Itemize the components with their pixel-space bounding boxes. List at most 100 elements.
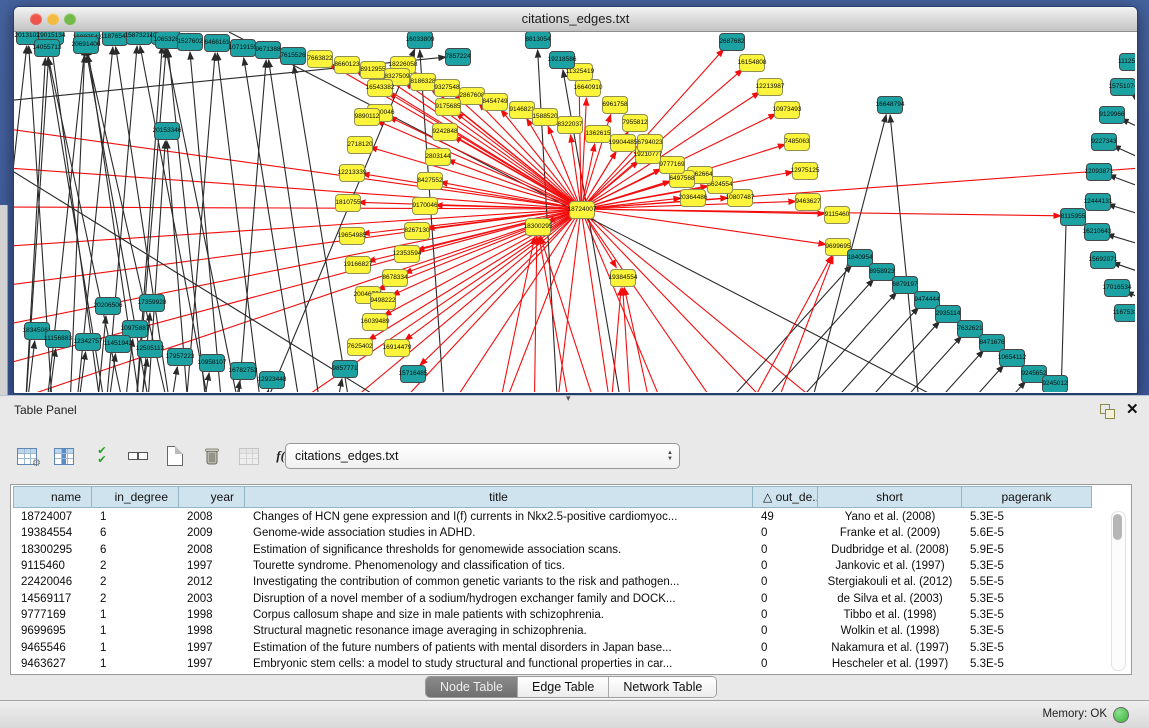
network-node[interactable]: 9777169 <box>659 156 685 174</box>
network-node[interactable]: 9327548 <box>434 79 460 97</box>
network-node[interactable]: 12093871 <box>1086 163 1112 181</box>
tab-network-table[interactable]: Network Table <box>609 677 716 697</box>
network-node[interactable]: 12342757 <box>75 333 101 351</box>
network-node[interactable]: 2718120 <box>347 136 373 154</box>
network-node[interactable]: 9498222 <box>370 292 396 310</box>
network-node[interactable]: 20153346 <box>154 122 180 140</box>
network-node[interactable]: 16154808 <box>739 54 765 72</box>
network-node[interactable]: 8678334 <box>382 269 408 287</box>
network-node[interactable]: 16640910 <box>575 79 601 97</box>
network-node[interactable]: 9245012 <box>1042 375 1068 392</box>
network-node[interactable]: 10719155 <box>230 39 256 57</box>
network-node[interactable]: 14055713 <box>34 39 60 57</box>
network-node[interactable]: 9890112 <box>354 108 380 126</box>
network-node[interactable]: 18724007 <box>569 201 595 219</box>
network-node[interactable]: 20364486 <box>680 189 706 207</box>
network-node[interactable]: 17016534 <box>1104 279 1130 297</box>
table-row[interactable]: 1872400712008Changes of HCN gene express… <box>13 509 1111 525</box>
network-node[interactable]: 16039489 <box>362 313 388 331</box>
network-node[interactable]: 8322037 <box>557 116 583 134</box>
network-node[interactable]: 9170046 <box>412 197 438 215</box>
network-node[interactable]: 19218586 <box>549 51 575 69</box>
network-node[interactable]: 12213987 <box>757 78 783 96</box>
column-header-in_degree[interactable]: in_degree <box>92 486 179 508</box>
network-node[interactable]: 11125334 <box>1119 53 1135 71</box>
network-node[interactable]: 8115955 <box>1060 208 1086 226</box>
network-node[interactable]: 1527602 <box>177 33 203 51</box>
row-height-icon[interactable] <box>125 443 151 469</box>
network-node[interactable]: 9115460 <box>824 206 850 224</box>
network-node[interactable]: 15692071 <box>1090 251 1116 269</box>
network-node[interactable]: 20691406 <box>73 36 99 54</box>
network-node[interactable]: 12353594 <box>394 245 420 263</box>
network-node[interactable]: 16033809 <box>407 32 433 49</box>
show-columns-icon[interactable] <box>51 443 77 469</box>
tab-edge-table[interactable]: Edge Table <box>518 677 609 697</box>
network-node[interactable]: 7857224 <box>445 48 471 66</box>
network-node[interactable]: 10973493 <box>774 101 800 119</box>
zoom-window-button[interactable] <box>64 13 76 25</box>
network-canvas[interactable]: 1872400776638228660123891295518226058832… <box>14 32 1135 392</box>
network-node[interactable]: 6961758 <box>602 96 628 114</box>
table-row[interactable]: 1456911722003Disruption of a novel membe… <box>13 590 1111 606</box>
table-row[interactable]: 946362711997Embryonic stem cells: a mode… <box>13 656 1111 672</box>
network-node[interactable]: 11156883 <box>45 330 71 348</box>
network-node[interactable]: 16782753 <box>230 362 256 380</box>
table-row[interactable]: 1938455462009Genome-wide association stu… <box>13 525 1111 541</box>
column-header-name[interactable]: name <box>13 486 92 508</box>
table-row[interactable]: 2242004622012Investigating the contribut… <box>13 574 1111 590</box>
network-node[interactable]: 11675338 <box>1114 304 1135 322</box>
network-node[interactable]: 9227343 <box>1091 133 1117 151</box>
network-node[interactable]: 16914479 <box>384 339 410 357</box>
network-node[interactable]: 19384554 <box>610 269 636 287</box>
network-node[interactable]: 8660123 <box>334 56 360 74</box>
window-titlebar[interactable]: citations_edges.txt <box>14 7 1137 32</box>
network-node[interactable]: 12923448 <box>259 371 285 389</box>
table-selector-dropdown[interactable]: citations_edges.txt ▲▼ <box>285 443 680 469</box>
network-node[interactable]: 10654112 <box>999 349 1025 367</box>
network-node[interactable]: 6466161 <box>204 34 230 52</box>
memory-ok-indicator[interactable] <box>1113 707 1129 723</box>
network-node[interactable]: 15716485 <box>400 365 426 383</box>
network-node[interactable]: 8813054 <box>525 32 551 49</box>
network-node[interactable]: 9129966 <box>1099 106 1125 124</box>
panel-splitter-handle[interactable]: ▾ <box>566 393 571 404</box>
network-node[interactable]: 2803144 <box>425 148 451 166</box>
network-node[interactable]: 8186328 <box>410 73 436 91</box>
scrollbar-thumb[interactable] <box>1113 514 1122 540</box>
table-settings-icon[interactable]: ⚙ <box>14 443 40 469</box>
table-row[interactable]: 969969511998Structural magnetic resonanc… <box>13 623 1111 639</box>
network-node[interactable]: 19904485 <box>610 134 636 152</box>
tab-node-table[interactable]: Node Table <box>426 677 518 697</box>
network-node[interactable]: 7615526 <box>280 47 306 65</box>
network-node[interactable]: 7485063 <box>784 133 810 151</box>
create-table-icon[interactable] <box>162 443 188 469</box>
table-row[interactable]: 977716911998Corpus callosum shape and si… <box>13 607 1111 623</box>
network-node[interactable]: 16210643 <box>1084 223 1110 241</box>
close-panel-icon[interactable]: ✕ <box>1126 400 1139 418</box>
table-row[interactable]: 911546021997Tourette syndrome. Phenomeno… <box>13 558 1111 574</box>
table-row[interactable]: 1830029562008Estimation of significance … <box>13 542 1111 558</box>
column-header-title[interactable]: title <box>245 486 753 508</box>
table-scrollbar[interactable] <box>1111 511 1126 671</box>
network-node[interactable]: 1362615 <box>585 125 611 143</box>
minimize-window-button[interactable] <box>47 13 59 25</box>
network-node[interactable]: 16543382 <box>367 79 393 97</box>
network-node[interactable]: 18300295 <box>525 218 551 236</box>
network-node[interactable]: 15751074 <box>1110 78 1135 96</box>
network-node[interactable]: 9175685 <box>435 98 461 116</box>
network-node[interactable]: 12975125 <box>792 162 818 180</box>
network-node[interactable]: 7955812 <box>622 114 648 132</box>
network-node[interactable]: 8912955 <box>360 61 386 79</box>
network-node[interactable]: 1588520 <box>532 108 558 126</box>
network-node[interactable]: 8267130 <box>404 222 430 240</box>
column-header-short[interactable]: short <box>818 486 962 508</box>
network-node[interactable]: 7663822 <box>307 50 333 68</box>
column-header-out_de[interactable]: △ out_de... <box>753 486 818 508</box>
network-node[interactable]: 8427552 <box>417 172 443 190</box>
network-node[interactable]: 19654985 <box>339 227 365 245</box>
network-node[interactable]: 16648794 <box>877 96 903 114</box>
close-window-button[interactable] <box>30 13 42 25</box>
network-node[interactable]: 7625402 <box>347 338 373 356</box>
collapsed-panel-strip[interactable] <box>0 205 8 395</box>
